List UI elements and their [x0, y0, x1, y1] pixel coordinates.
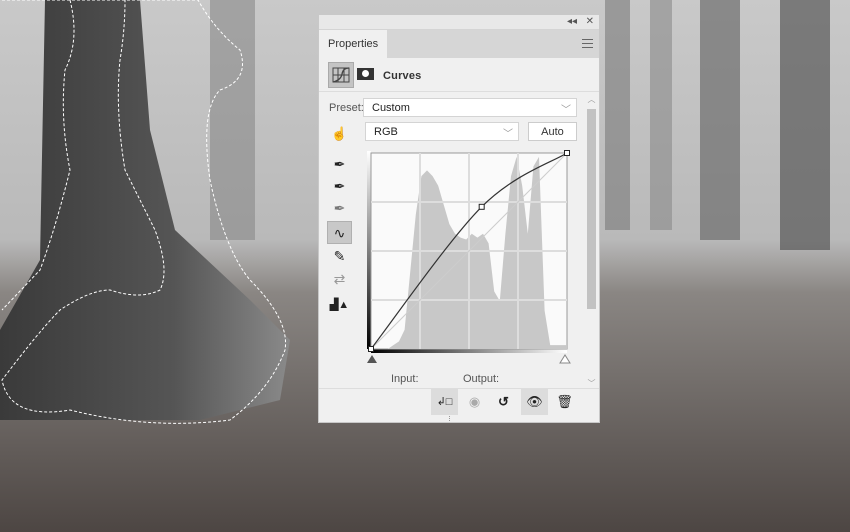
view-previous-state-button[interactable]: ◉ [461, 389, 488, 415]
input-label: Input: [391, 373, 419, 385]
preset-value: Custom [372, 102, 410, 114]
black-point-slider[interactable] [367, 355, 377, 363]
properties-panel: ◂◂ ✕ Properties Curves Preset: Custom ﹀ ☝… [318, 14, 600, 423]
eyedropper-white-icon[interactable]: ✒ [327, 197, 352, 220]
resize-grip[interactable] [449, 416, 469, 421]
preset-label: Preset: [329, 102, 364, 114]
reset-button[interactable]: ↺ [490, 389, 517, 415]
scrollbar[interactable]: ︿ ﹀ [586, 94, 597, 389]
layer-mask-icon[interactable] [357, 68, 374, 80]
curves-adjustment-icon[interactable] [328, 62, 354, 88]
visibility-eye-button[interactable]: 👁 [521, 389, 548, 415]
panel-title-bar[interactable]: ◂◂ ✕ [319, 15, 599, 30]
clip-to-layer-button[interactable]: ↲□ [431, 389, 458, 415]
clipping-warning-icon[interactable]: ▟▲ [327, 294, 352, 317]
panel-menu-icon[interactable] [582, 39, 593, 48]
white-point-slider[interactable] [559, 354, 571, 364]
collapse-icon[interactable]: ◂◂ [567, 16, 577, 27]
on-image-adjust-hand-icon[interactable]: ☝ [327, 122, 352, 145]
channel-value: RGB [374, 126, 398, 138]
tab-properties[interactable]: Properties [319, 30, 387, 58]
pencil-icon[interactable]: ✎ [327, 245, 352, 268]
curve-control-point[interactable] [564, 150, 570, 156]
close-icon[interactable]: ✕ [586, 16, 594, 27]
eyedropper-black-icon[interactable]: ✒ [327, 153, 352, 176]
preset-dropdown[interactable]: Custom ﹀ [363, 98, 577, 117]
curve-control-point[interactable] [368, 346, 374, 352]
curves-graph[interactable] [365, 149, 581, 375]
adjustment-title: Curves [383, 70, 422, 82]
scrollbar-thumb[interactable] [587, 109, 596, 309]
trash-button[interactable]: 🗑 [551, 389, 578, 415]
output-gradient-bar [367, 151, 371, 349]
input-gradient-bar [371, 349, 567, 353]
channel-dropdown[interactable]: RGB ﹀ [365, 122, 519, 141]
eyedropper-gray-icon[interactable]: ✒ [327, 175, 352, 198]
chevron-down-icon: ﹀ [561, 105, 571, 116]
output-label: Output: [463, 373, 500, 385]
curve-control-point[interactable] [478, 203, 485, 210]
smooth-curve-icon[interactable]: ⇄ [327, 268, 352, 291]
chevron-down-icon: ﹀ [503, 129, 513, 140]
curve-points-tool-icon[interactable]: ∿ [327, 221, 352, 244]
auto-button[interactable]: Auto [528, 122, 577, 141]
scroll-up-icon[interactable]: ︿ [586, 94, 597, 105]
